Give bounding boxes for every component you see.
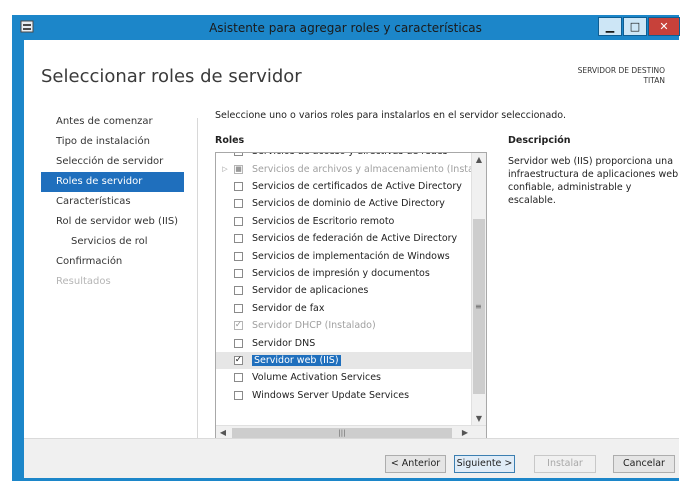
checkbox-checked-icon[interactable]: ✓: [234, 355, 243, 365]
next-button[interactable]: Siguiente >: [454, 455, 515, 473]
checkbox[interactable]: [234, 286, 243, 296]
back-button[interactable]: < Anterior: [385, 455, 446, 473]
roles-list[interactable]: Windows Server Update Services Volume Act…: [215, 152, 487, 441]
nav-step-item[interactable]: Rol de servidor web (IIS): [41, 212, 184, 232]
minimize-button[interactable]: ▁: [598, 17, 622, 36]
role-label: Windows Server Update Services: [252, 389, 410, 401]
checkbox[interactable]: [234, 373, 243, 383]
cancel-button[interactable]: Cancelar: [613, 455, 675, 473]
vertical-scrollbar[interactable]: ▲ ≡ ▼: [471, 153, 486, 426]
checkbox[interactable]: [234, 338, 243, 348]
nav-step-item[interactable]: Antes de comenzar: [41, 112, 184, 132]
role-list-item[interactable]: Servidor de aplicaciones: [216, 282, 474, 299]
checkbox[interactable]: [234, 153, 243, 157]
role-label: Servidor de aplicaciones: [252, 285, 369, 297]
wizard-steps-nav: Antes de comenzar Tipo de instalación Sele…: [41, 112, 184, 292]
scroll-down-icon[interactable]: ▼: [472, 412, 486, 426]
role-label: Servicios de dominio de Active Directory: [252, 198, 445, 210]
role-label: Servicios de implementación de Windows: [252, 250, 450, 262]
wizard-window: Asistente para agregar roles y caracterí…: [12, 15, 680, 481]
wizard-content: Seleccionar roles de servidor SERVIDOR D…: [24, 40, 679, 478]
nav-step-item[interactable]: Servicios de rol: [41, 232, 184, 252]
nav-step-item[interactable]: Roles de servidor: [41, 172, 184, 192]
role-label: Servicios de federación de Active Direct…: [252, 233, 458, 245]
nav-step-item[interactable]: Características: [41, 192, 184, 212]
role-label: Servicios de impresión y documentos: [252, 267, 430, 279]
checkbox[interactable]: [234, 181, 243, 191]
role-list-item[interactable]: Servicios de impresión y documentos: [216, 265, 474, 282]
role-label: Servicios de certificados de Active Dire…: [252, 180, 462, 192]
role-list-item[interactable]: Servicios de Escritorio remoto: [216, 213, 474, 230]
destination-server-label: SERVIDOR DE DESTINO: [577, 66, 665, 75]
checkbox[interactable]: [234, 268, 243, 278]
nav-divider: [197, 118, 198, 440]
checkbox[interactable]: [234, 390, 243, 400]
role-label: Servicios de Escritorio remoto: [252, 215, 395, 227]
checkbox-checked-icon: ✓: [234, 320, 243, 331]
maximize-button[interactable]: □: [623, 17, 647, 36]
checkbox[interactable]: [234, 216, 243, 226]
nav-step-item: Resultados: [56, 276, 111, 287]
role-label: Servidor DNS: [252, 337, 316, 349]
role-label: Servicios de archivos y almacenamiento (…: [252, 163, 474, 175]
destination-server: SERVIDOR DE DESTINO TITAN: [578, 66, 665, 86]
expand-arrow-icon[interactable]: ▷: [216, 165, 234, 173]
window-title: Asistente para agregar roles y caracterí…: [209, 21, 482, 35]
role-label: Volume Activation Services: [252, 372, 381, 384]
instructions-text: Seleccione uno o varios roles para insta…: [215, 110, 566, 121]
role-label: Servicios de acceso y directivas de rede…: [252, 153, 448, 157]
role-list-item[interactable]: Servicios de implementación de Windows: [216, 247, 474, 264]
role-label: Servidor DHCP (Instalado): [252, 320, 376, 332]
roles-heading: Roles: [215, 135, 245, 146]
role-list-item[interactable]: Volume Activation Services: [216, 369, 474, 386]
install-button: Instalar: [534, 455, 596, 473]
role-list-item[interactable]: Servicios de dominio de Active Directory: [216, 195, 474, 212]
checkbox[interactable]: [234, 251, 243, 261]
close-button[interactable]: ✕: [648, 17, 680, 36]
checkbox-checked-icon: ■: [234, 164, 243, 174]
role-list-item[interactable]: Servicios de certificados de Active Dire…: [216, 178, 474, 195]
description-heading: Descripción: [508, 135, 571, 146]
horizontal-scroll-thumb[interactable]: |||: [232, 428, 452, 438]
role-label: Servidor web (IIS): [252, 354, 341, 366]
role-label: Servidor de fax: [252, 302, 325, 314]
destination-server-name: TITAN: [643, 76, 665, 85]
role-list-item: ✓ Servidor DHCP (Instalado): [216, 317, 474, 334]
role-list-item[interactable]: Servicios de federación de Active Direct…: [216, 230, 474, 247]
scroll-grip-icon: ≡: [475, 302, 482, 311]
role-list-item[interactable]: ✓ Servidor web (IIS): [216, 351, 474, 370]
nav-step-item[interactable]: Confirmación: [41, 252, 184, 272]
checkbox[interactable]: [234, 303, 243, 313]
role-list-item: ▷ ■ Servicios de archivos y almacenamiento…: [216, 160, 474, 177]
checkbox[interactable]: [234, 234, 243, 244]
wizard-footer: < Anterior Siguiente > Instalar Cancelar: [24, 438, 679, 478]
page-title: Seleccionar roles de servidor: [41, 66, 302, 87]
description-text: Servidor web (IIS) proporciona una infra…: [508, 156, 679, 206]
role-list-item[interactable]: Servidor de fax: [216, 300, 474, 317]
role-list-item[interactable]: Servidor DNS: [216, 334, 474, 351]
scroll-up-icon[interactable]: ▲: [472, 153, 486, 167]
title-bar[interactable]: Asistente para agregar roles y caracterí…: [12, 15, 680, 40]
role-list-item[interactable]: Windows Server Update Services: [216, 387, 474, 404]
nav-step-item[interactable]: Selección de servidor: [41, 152, 184, 172]
checkbox[interactable]: [234, 199, 243, 209]
nav-step-item[interactable]: Tipo de instalación: [41, 132, 184, 152]
role-list-item[interactable]: Servicios de acceso y directivas de rede…: [216, 153, 474, 160]
